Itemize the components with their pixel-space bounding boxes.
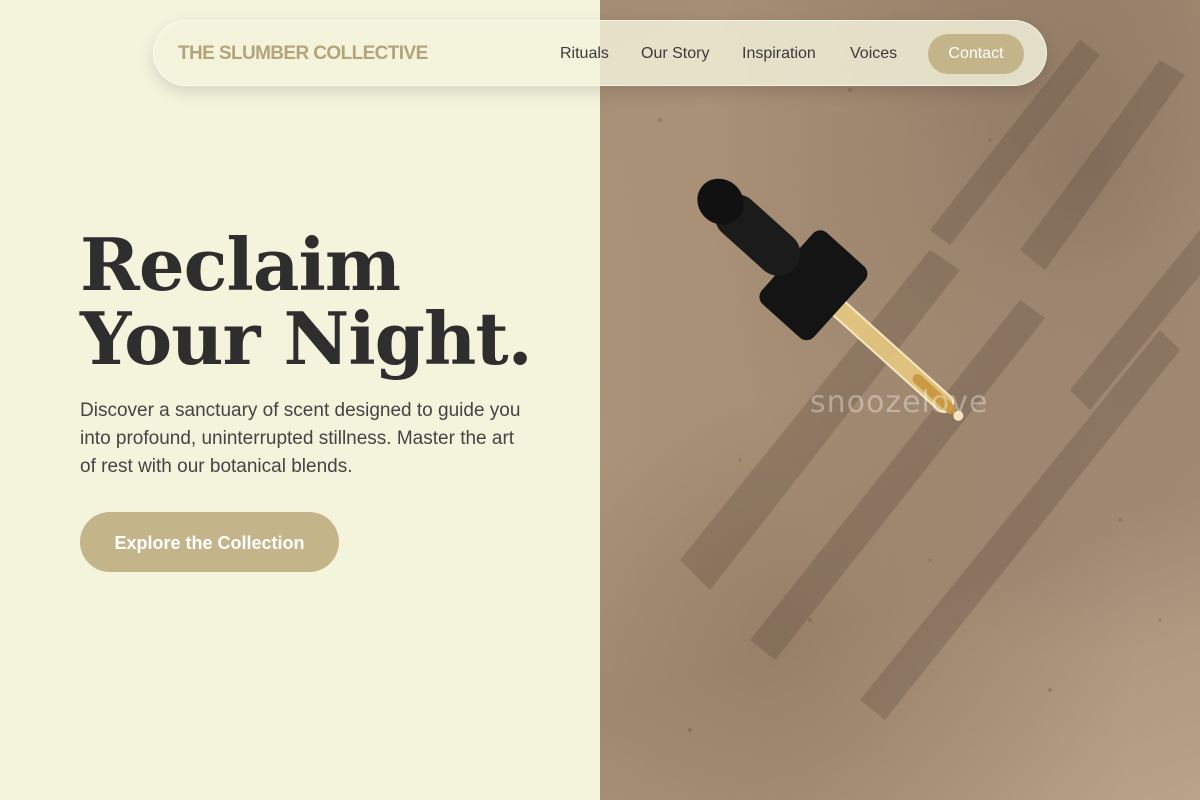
nav-link-our-story[interactable]: Our Story: [641, 21, 709, 87]
hero-title: Reclaim Your Night.: [80, 222, 533, 381]
nav-link-voices[interactable]: Voices: [850, 21, 897, 87]
hero-subtitle: Discover a sanctuary of scent designed t…: [80, 400, 521, 477]
image-watermark: snoozelove: [810, 385, 989, 420]
hero-image: snoozelove: [600, 0, 1200, 800]
nav-links: Rituals Our Story Inspiration Voices: [154, 21, 1046, 87]
contact-button[interactable]: Contact: [928, 34, 1024, 74]
explore-collection-button[interactable]: Explore the Collection: [80, 512, 339, 572]
nav-link-rituals[interactable]: Rituals: [560, 21, 609, 87]
nav-link-inspiration[interactable]: Inspiration: [742, 21, 816, 87]
top-navigation: THE SLUMBER COLLECTIVE Rituals Our Story…: [153, 20, 1047, 86]
hero-text-panel: Reclaim Your Night. Discover a sanctuary…: [0, 0, 600, 800]
